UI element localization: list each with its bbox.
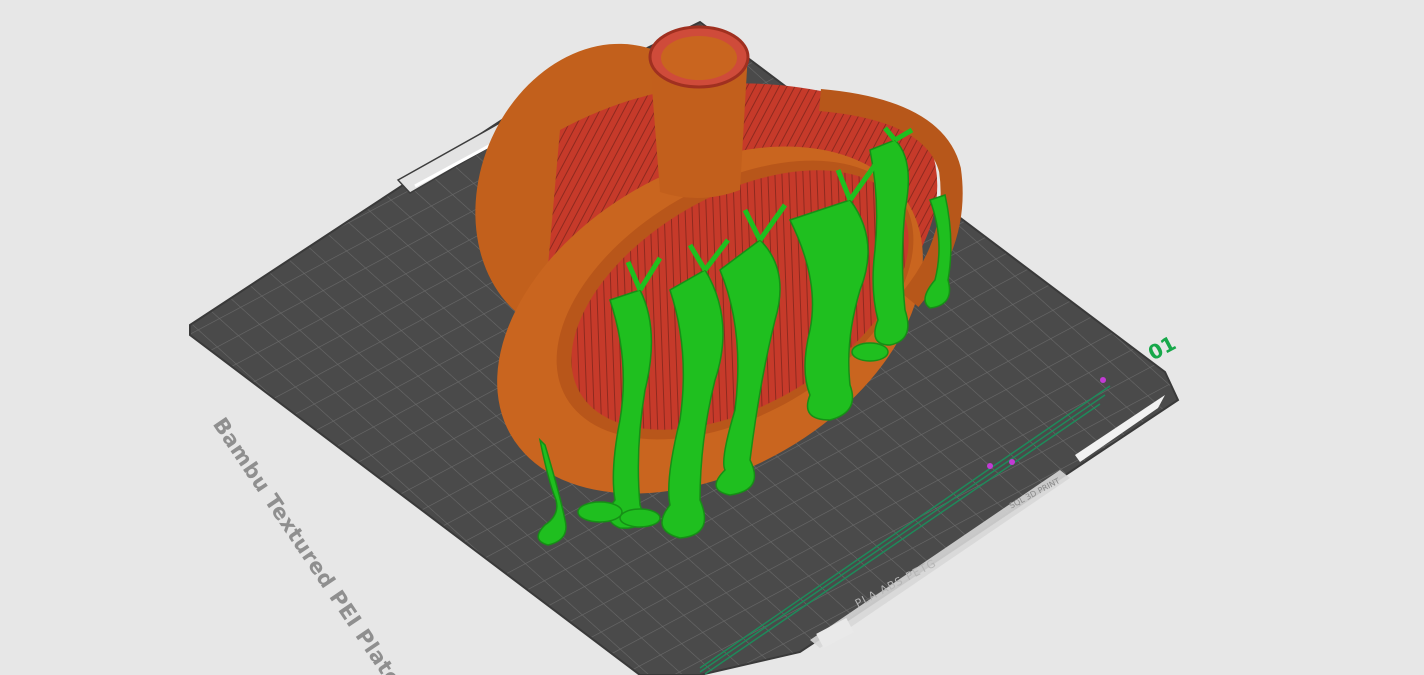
sliced-model-scene xyxy=(189,20,1180,675)
3d-viewport[interactable]: Bambu Textured PEI Plate 01 PLA ABS PETG… xyxy=(0,0,1424,675)
